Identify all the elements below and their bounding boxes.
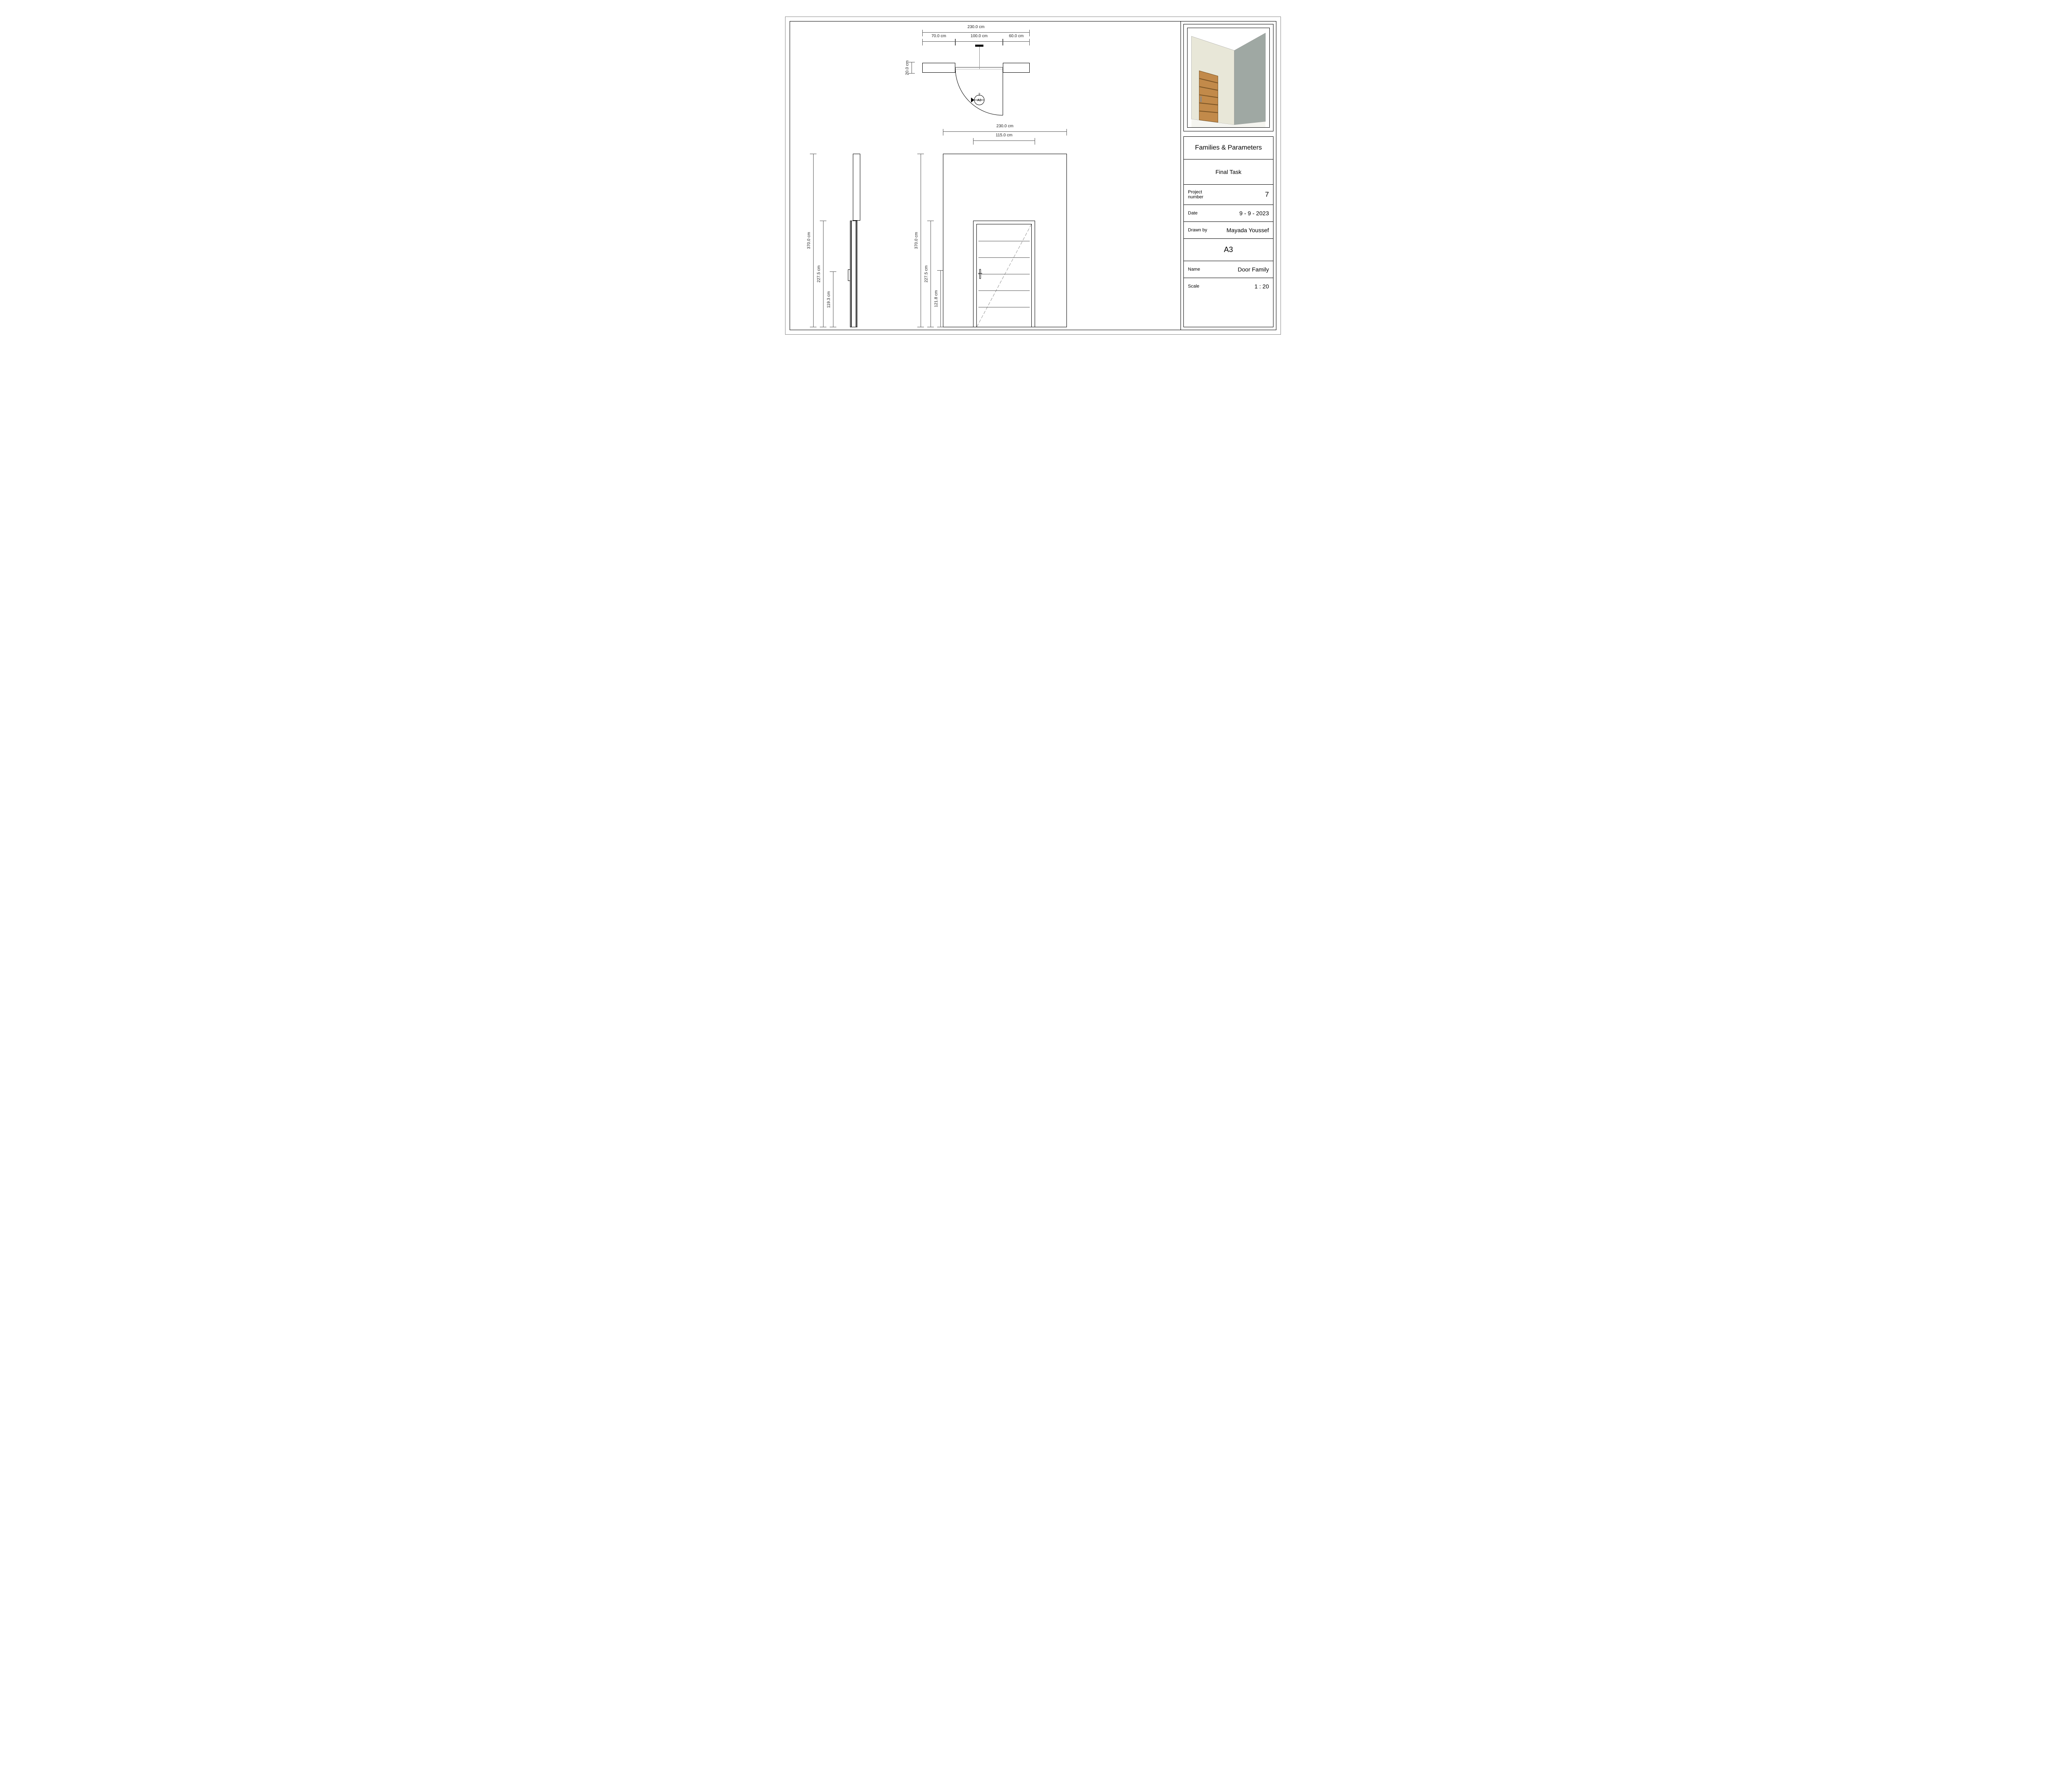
tb-date-lbl: Date [1188,211,1217,216]
dim-label: 70.0 cm [922,34,955,38]
drawing-viewport: 230.0 cm 70.0 cm 100.0 cm 60.0 cm [790,21,1181,330]
elevation-door-handle [979,269,981,279]
plan-view: 230.0 cm 70.0 cm 100.0 cm 60.0 cm [906,30,1059,129]
dim-label: 230.0 cm [922,25,1030,29]
dim-label: 227.5 cm [924,265,929,282]
dim-label: 100.0 cm [955,34,1003,38]
titleblock: Families & Parameters Final Task Project… [1181,21,1276,330]
section-wall [853,154,860,221]
dim-label: 60.0 cm [1003,34,1030,38]
tb-drawn-lbl: Drawn by [1188,228,1217,233]
plan-wall-left [922,63,955,73]
section-door-profile [851,221,856,327]
perspective-view [1183,24,1273,131]
tb-drawn-val: Mayada Youssef [1217,227,1269,233]
dim-label: 230.0 cm [943,124,1067,129]
section-frame [856,221,857,327]
section-view: 370.0 cm 227.5 cm 119.3 cm [811,150,881,331]
dim-label: 370.0 cm [807,232,812,249]
section-door-handle [848,269,850,281]
tb-proj-lbl: Project number [1188,190,1217,200]
tb-scale-lbl: Scale [1188,284,1217,289]
tb-name-lbl: Name [1188,267,1217,272]
sheet: 230.0 cm 70.0 cm 100.0 cm 60.0 cm [785,17,1281,335]
dim-label: 20.0 cm [905,60,910,75]
dim-label: 119.3 cm [827,291,831,307]
tb-name-val: Door Family [1217,266,1269,273]
elevation-view: 230.0 cm 115.0 cm 370.0 cm 227.5 cm [893,129,1100,336]
tb-title2: Final Task [1188,169,1269,175]
callout-number: 2 [971,93,988,96]
dim-label: 227.5 cm [817,265,821,282]
callout-sheet: A3 [971,98,988,102]
tb-scale-val: 1 : 20 [1217,283,1269,290]
tb-date-val: 9 - 9 - 2023 [1217,210,1269,217]
dim-label: 115.0 cm [973,133,1035,138]
tb-title1: Families & Parameters [1188,144,1269,152]
dim-label: 370.0 cm [914,232,919,249]
dim-label: 121.8 cm [934,290,939,307]
tb-sheet: A3 [1188,245,1269,254]
elevation-door-leaf [976,224,1032,327]
tb-proj-val: 7 [1217,190,1269,199]
